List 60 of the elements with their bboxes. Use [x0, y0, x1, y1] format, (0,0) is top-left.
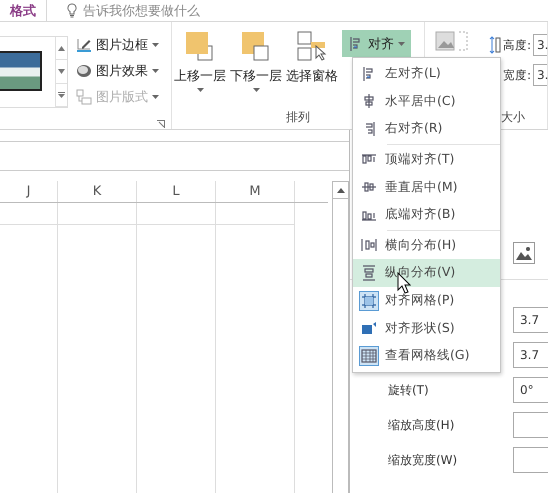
size-field[interactable]: 3.: [533, 64, 547, 86]
tell-me-field[interactable]: 告诉我你想要做什么: [83, 2, 200, 20]
grid-snap-icon: [361, 292, 377, 309]
style-gallery[interactable]: [0, 36, 68, 108]
field-label: 高度:: [503, 38, 531, 52]
menu-item[interactable]: 对齐形状(S): [353, 314, 500, 342]
ribbon-button[interactable]: 图片效果: [76, 60, 159, 81]
group-label: 排列: [286, 109, 310, 126]
distribute-horizontal-icon: [361, 237, 377, 254]
field-label: 宽度:: [503, 68, 531, 82]
caret-icon: [398, 42, 405, 46]
menu-item[interactable]: 右对齐(R): [353, 115, 500, 143]
column-header[interactable]: L: [137, 181, 216, 202]
lightbulb-icon: [67, 3, 77, 18]
height-icon: [489, 35, 502, 55]
input-field[interactable]: [513, 447, 548, 473]
ribbon-button[interactable]: 下移一层: [228, 30, 284, 108]
distribute-vertical-icon: [361, 264, 377, 281]
input-field[interactable]: 0°: [513, 377, 548, 403]
menu-item[interactable]: 横向分布(H): [353, 232, 500, 260]
expand-icon[interactable]: [58, 92, 65, 98]
field-label: 旋转(T): [388, 382, 430, 398]
caret-icon: [152, 94, 159, 98]
input-field[interactable]: 3.7: [513, 342, 548, 368]
dialog-launcher-icon[interactable]: [157, 117, 165, 125]
ribbon-button[interactable]: 上移一层: [172, 30, 228, 108]
menu-item[interactable]: 左对齐(L): [353, 60, 500, 88]
field-label: 缩放高度(H): [388, 416, 456, 434]
ribbon-button[interactable]: 选择窗格: [284, 30, 340, 108]
square-shape-icon: [361, 320, 377, 336]
gridlines-icon: [361, 348, 377, 364]
caret-icon: [152, 68, 159, 72]
menu-item[interactable]: 对齐网格(P): [353, 286, 500, 314]
ribbon-button[interactable]: 图片边框: [76, 34, 159, 55]
input-field[interactable]: 3.7: [513, 307, 548, 333]
align-button[interactable]: 对齐: [342, 30, 411, 57]
scroll-down-icon[interactable]: [58, 68, 65, 74]
column-header[interactable]: M: [216, 181, 295, 202]
caret-icon: [196, 88, 204, 92]
scroll-up-icon[interactable]: [58, 45, 65, 52]
caret-icon: [252, 88, 260, 92]
size-field[interactable]: 3.: [533, 34, 547, 56]
layout-icon: [76, 88, 92, 104]
caret-icon: [152, 42, 159, 46]
picture-style-thumbnail[interactable]: [0, 51, 42, 91]
menu-item[interactable]: 查看网格线(G): [353, 342, 500, 370]
group-label: 大小: [501, 109, 525, 126]
shape-effect-icon: [76, 64, 92, 78]
scrollbar[interactable]: [332, 181, 349, 493]
field-label: 缩放宽度(W): [388, 452, 458, 468]
menu-item[interactable]: 顶端对齐(T): [353, 146, 500, 174]
picture-icon[interactable]: [513, 242, 535, 264]
menu-item[interactable]: 底端对齐(B): [353, 200, 500, 229]
scroll-up-icon[interactable]: [336, 188, 344, 192]
column-header[interactable]: K: [58, 181, 137, 202]
input-field[interactable]: [513, 412, 548, 438]
menu-item[interactable]: 水平居中(C): [353, 88, 500, 116]
menu-item[interactable]: 垂直居中(M): [353, 173, 500, 201]
column-header[interactable]: J: [0, 181, 58, 202]
pencil-icon: [76, 36, 92, 52]
